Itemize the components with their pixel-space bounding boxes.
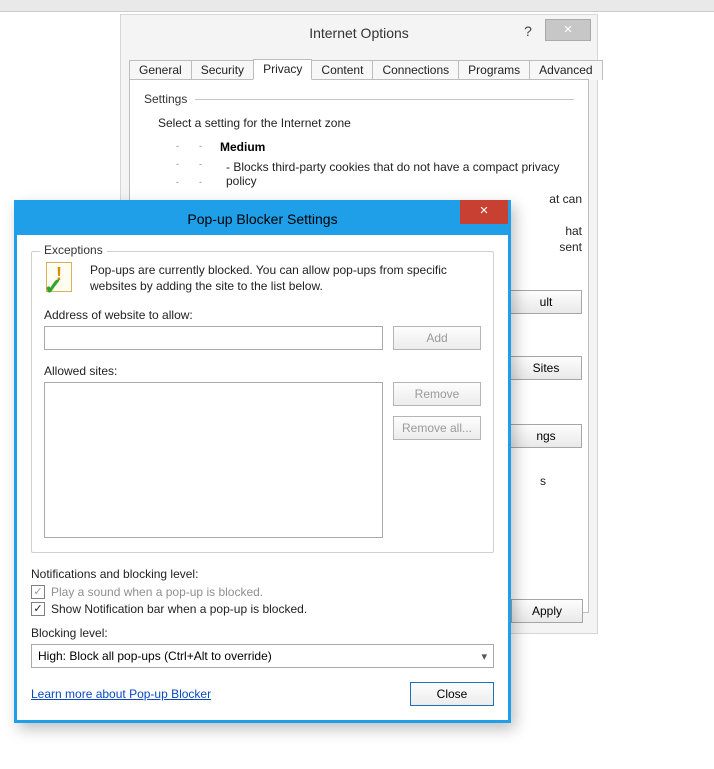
button-label: ngs (536, 429, 555, 443)
select-setting-text: Select a setting for the Internet zone (158, 116, 574, 130)
io-tabs: General Security Privacy Content Connect… (121, 55, 597, 79)
button-label: Sites (533, 361, 560, 375)
privacy-level-row: -- -- -- Medium - Blocks third-party coo… (158, 140, 574, 196)
tab-programs[interactable]: Programs (458, 60, 530, 80)
sites-button[interactable]: Sites (510, 356, 582, 380)
close-dialog-button[interactable]: Close (410, 682, 494, 706)
play-sound-label: Play a sound when a pop-up is blocked. (51, 585, 263, 599)
remove-button[interactable]: Remove (393, 382, 481, 406)
io-titlebar: Internet Options ? × (121, 15, 597, 51)
text-fragment: at can (549, 192, 582, 206)
privacy-bullet-1: - Blocks third-party cookies that do not… (226, 160, 574, 188)
show-notif-label: Show Notification bar when a pop-up is b… (51, 602, 307, 616)
pb-footer: Learn more about Pop-up Blocker Close (31, 682, 494, 706)
blocking-level-select[interactable]: High: Block all pop-ups (Ctrl+Alt to ove… (31, 644, 494, 668)
window-top-band (0, 0, 714, 12)
settings-heading-label: Settings (144, 92, 187, 106)
intro-text: Pop-ups are currently blocked. You can a… (90, 262, 481, 298)
divider (195, 99, 574, 100)
privacy-level-name: Medium (220, 140, 574, 154)
settings-heading: Settings (144, 92, 574, 106)
apply-button[interactable]: Apply (511, 599, 583, 623)
exceptions-label: Exceptions (40, 243, 107, 257)
show-notif-checkbox-row: ✓ Show Notification bar when a pop-up is… (31, 602, 494, 616)
tab-general[interactable]: General (129, 60, 192, 80)
pb-body: Exceptions ! ✓ Pop-ups are currently blo… (17, 235, 508, 720)
button-label: Close (437, 687, 468, 701)
tab-privacy[interactable]: Privacy (253, 59, 312, 80)
button-label: Apply (532, 604, 562, 618)
io-title: Internet Options (309, 25, 409, 41)
close-button[interactable]: × (460, 200, 508, 224)
button-label: Add (426, 331, 447, 345)
show-notif-checkbox[interactable]: ✓ (31, 602, 45, 616)
button-label: ult (540, 295, 553, 309)
blocking-level-value: High: Block all pop-ups (Ctrl+Alt to ove… (38, 649, 272, 663)
close-button[interactable]: × (545, 19, 591, 41)
allowed-label: Allowed sites: (44, 364, 481, 378)
tab-security[interactable]: Security (191, 60, 254, 80)
settings-button[interactable]: ngs (510, 424, 582, 448)
allowed-sites-list[interactable] (44, 382, 383, 538)
popup-blocker-dialog: Pop-up Blocker Settings × Exceptions ! ✓… (14, 200, 511, 723)
privacy-slider[interactable]: -- -- -- (158, 140, 220, 196)
remove-all-button[interactable]: Remove all... (393, 416, 481, 440)
play-sound-checkbox-row: ✓ Play a sound when a pop-up is blocked. (31, 585, 494, 599)
text-fragment: s (540, 474, 546, 488)
popup-warning-icon: ! ✓ (44, 262, 80, 298)
notifications-heading: Notifications and blocking level: (31, 567, 494, 581)
pb-title: Pop-up Blocker Settings (187, 211, 337, 227)
help-button[interactable]: ? (515, 21, 541, 43)
blocking-level-label: Blocking level: (31, 626, 494, 640)
privacy-level-text: Medium - Blocks third-party cookies that… (220, 140, 574, 196)
button-label: Remove all... (402, 421, 472, 435)
intro-row: ! ✓ Pop-ups are currently blocked. You c… (44, 262, 481, 298)
chevron-down-icon: ▾ (481, 650, 487, 663)
exceptions-group: Exceptions ! ✓ Pop-ups are currently blo… (31, 251, 494, 553)
add-button[interactable]: Add (393, 326, 481, 350)
tab-advanced[interactable]: Advanced (529, 60, 602, 80)
text-fragment: hat (565, 224, 582, 238)
address-input[interactable] (44, 326, 383, 350)
play-sound-checkbox[interactable]: ✓ (31, 585, 45, 599)
button-label: Remove (415, 387, 460, 401)
tab-connections[interactable]: Connections (372, 60, 459, 80)
learn-more-link[interactable]: Learn more about Pop-up Blocker (31, 687, 211, 701)
text-fragment: sent (559, 240, 582, 254)
pb-titlebar: Pop-up Blocker Settings × (17, 203, 508, 235)
tab-content[interactable]: Content (311, 60, 373, 80)
default-button[interactable]: ult (510, 290, 582, 314)
address-label: Address of website to allow: (44, 308, 481, 322)
